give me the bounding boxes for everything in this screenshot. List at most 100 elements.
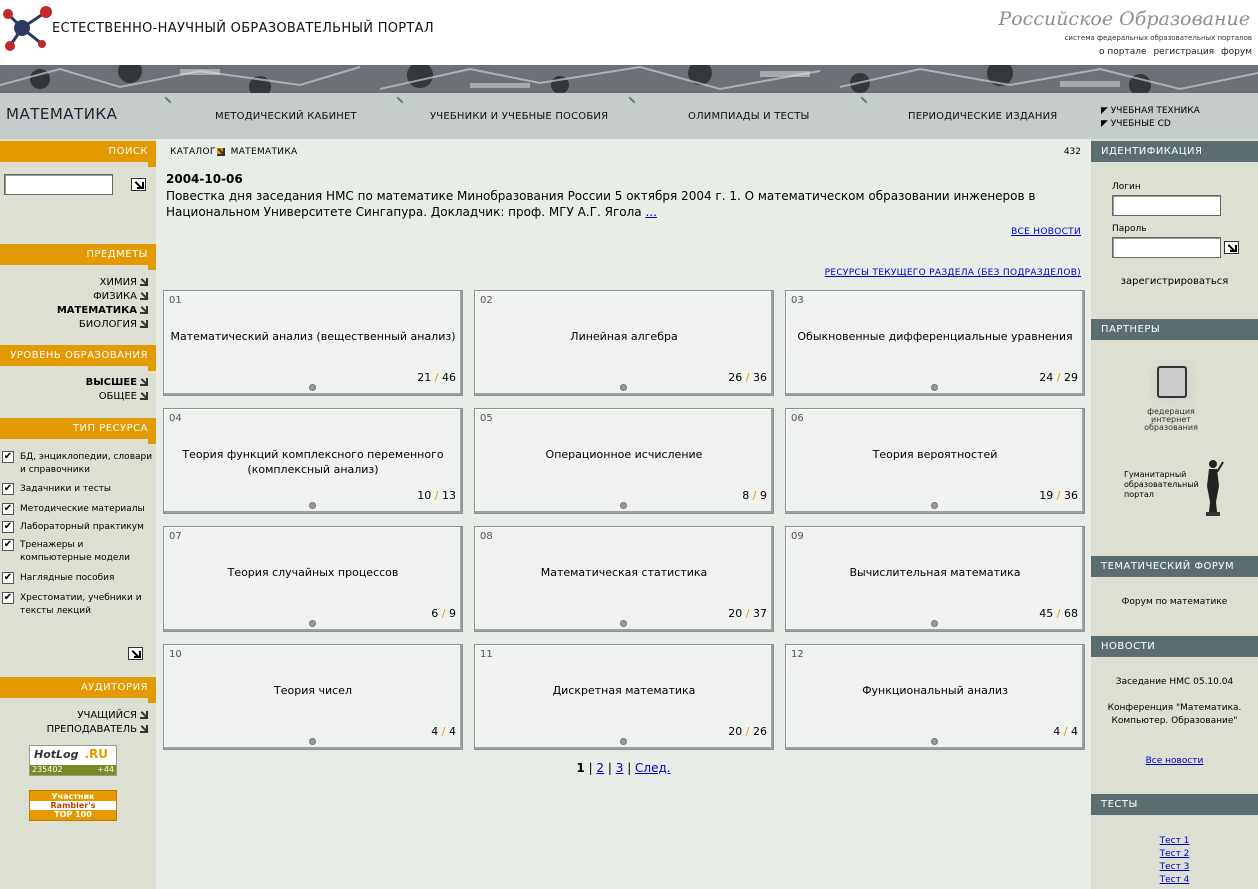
nav-periodicals[interactable]: ПЕРИОДИЧЕСКИЕ ИЗДАНИЯ	[908, 111, 1057, 122]
test-link[interactable]: Тест 2	[1160, 849, 1190, 859]
restype-item[interactable]: ✔ Методические материалы	[0, 503, 156, 516]
search-submit-button[interactable]	[131, 178, 146, 191]
test-link[interactable]: Тест 1	[1160, 836, 1190, 846]
link-label: УЧЕБНАЯ ТЕХНИКА	[1110, 106, 1200, 116]
section-card[interactable]: 01 Математический анализ (вещественный ан…	[163, 290, 463, 396]
fio-logo-icon[interactable]	[1149, 360, 1197, 408]
section-card[interactable]: 02 Линейная алгебра 26 / 36	[474, 290, 774, 396]
restype-item[interactable]: ✔ Тренажеры и компьютерные модели	[0, 539, 156, 565]
section-card[interactable]: 06 Теория вероятностей 19 / 36	[785, 408, 1085, 514]
subject-item-math[interactable]: МАТЕМАТИКА	[0, 304, 148, 318]
forum-link[interactable]: форум	[1221, 47, 1252, 57]
humanitarian-portal-link[interactable]: Гуманитарный образовательный портал	[1124, 470, 1204, 500]
bullet-icon	[931, 620, 938, 627]
section-card[interactable]: 04 Теория функций комплексного переменног…	[163, 408, 463, 514]
news-more-link[interactable]: ...	[645, 205, 656, 219]
level-item-higher[interactable]: ВЫСШЕЕ	[0, 376, 148, 390]
audience-item-student[interactable]: УЧАЩИЙСЯ	[0, 709, 148, 723]
all-news-link-right[interactable]: Все новости	[1091, 756, 1258, 766]
card-count-b: 36	[753, 371, 767, 384]
password-input[interactable]	[1112, 237, 1221, 258]
restype-item[interactable]: ✔ Наглядные пособия	[0, 572, 156, 585]
breadcrumb-catalog[interactable]: КАТАЛОГ	[170, 147, 216, 157]
restype-label: Лабораторный практикум	[20, 522, 144, 532]
restype-item[interactable]: ✔ БД, энциклопедии, словари и справочники	[0, 451, 156, 477]
rambler-top100-badge[interactable]: Участник Rambler's TOP 100	[29, 790, 117, 821]
card-title[interactable]: Математическая статистика	[481, 565, 767, 580]
subject-item-chemistry[interactable]: ХИМИЯ	[0, 276, 148, 290]
test-link[interactable]: Тест 4	[1160, 875, 1190, 885]
register-link[interactable]: зарегистрироваться	[1091, 276, 1258, 287]
login-input[interactable]	[1112, 195, 1221, 216]
card-title[interactable]: Обыкновенные дифференциальные уравнения	[792, 329, 1078, 344]
edu-cd-link[interactable]: ◤ УЧЕБНЫЕ CD	[1101, 118, 1258, 131]
section-card[interactable]: 05 Операционное исчисление 8 / 9	[474, 408, 774, 514]
section-card[interactable]: 08 Математическая статистика 20 / 37	[474, 526, 774, 632]
nav-methodical-cabinet[interactable]: МЕТОДИЧЕСКИЙ КАБИНЕТ	[215, 111, 357, 122]
checkbox-checked-icon[interactable]: ✔	[2, 503, 14, 515]
checkbox-checked-icon[interactable]: ✔	[2, 572, 14, 584]
card-title[interactable]: Операционное исчисление	[481, 447, 767, 462]
checkbox-checked-icon[interactable]: ✔	[2, 539, 14, 551]
math-forum-link[interactable]: Форум по математике	[1091, 597, 1258, 607]
card-count-b: 26	[753, 725, 767, 738]
card-title[interactable]: Дискретная математика	[481, 683, 767, 698]
edu-equipment-link[interactable]: ◤ УЧЕБНАЯ ТЕХНИКА	[1101, 105, 1258, 118]
card-title[interactable]: Теория функций комплексного переменного …	[170, 447, 456, 477]
molecule-logo-icon[interactable]	[2, 2, 54, 54]
arrow-icon	[140, 292, 148, 300]
restype-item[interactable]: ✔ Задачники и тесты	[0, 483, 156, 496]
checkbox-checked-icon[interactable]: ✔	[2, 521, 14, 533]
checkbox-checked-icon[interactable]: ✔	[2, 451, 14, 463]
hotlog-counter[interactable]: HotLog .RU 235402 +44	[29, 745, 117, 776]
login-submit-button[interactable]	[1224, 241, 1239, 254]
card-title[interactable]: Функциональный анализ	[792, 683, 1078, 698]
card-title[interactable]: Теория случайных процессов	[170, 565, 456, 580]
card-title[interactable]: Теория чисел	[170, 683, 456, 698]
subject-label: ФИЗИКА	[93, 291, 137, 302]
all-news-link[interactable]: ВСЕ НОВОСТИ	[1011, 227, 1081, 237]
card-title[interactable]: Линейная алгебра	[481, 329, 767, 344]
card-title[interactable]: Вычислительная математика	[792, 565, 1078, 580]
news-item[interactable]: Конференция "Математика. Компьютер. Обра…	[1101, 702, 1248, 728]
restype-item[interactable]: ✔ Хрестоматии, учебники и тексты лекций	[0, 592, 156, 618]
next-page-link[interactable]: След.	[635, 761, 671, 775]
section-card[interactable]: 03 Обыкновенные дифференциальные уравнени…	[785, 290, 1085, 396]
page-link[interactable]: 3	[616, 761, 624, 775]
filter-submit-button[interactable]	[128, 647, 143, 660]
subject-item-physics[interactable]: ФИЗИКА	[0, 290, 148, 304]
restype-label: Задачники и тесты	[20, 484, 112, 494]
card-number: 07	[169, 531, 182, 542]
search-input[interactable]	[4, 174, 113, 195]
card-count: 19 / 36	[1039, 489, 1078, 502]
partners-panel: федерация интернет образования Гуманитар…	[1091, 340, 1258, 556]
restype-item[interactable]: ✔ Лабораторный практикум	[0, 521, 156, 534]
section-card[interactable]: 12 Функциональный анализ 4 / 4	[785, 644, 1085, 750]
page-link[interactable]: 2	[596, 761, 604, 775]
card-count: 21 / 46	[417, 371, 456, 384]
restype-header: ТИП РЕСУРСА	[0, 418, 156, 444]
subject-item-biology[interactable]: БИОЛОГИЯ	[0, 318, 148, 332]
nav-olympiads-tests[interactable]: ОЛИМПИАДЫ И ТЕСТЫ	[688, 111, 810, 122]
register-link[interactable]: регистрация	[1153, 47, 1214, 57]
checkbox-checked-icon[interactable]: ✔	[2, 483, 14, 495]
level-item-general[interactable]: ОБЩЕЕ	[0, 390, 148, 404]
nav-textbooks[interactable]: УЧЕБНИКИ И УЧЕБНЫЕ ПОСОБИЯ	[430, 111, 608, 122]
section-card[interactable]: 11 Дискретная математика 20 / 26	[474, 644, 774, 750]
about-link[interactable]: о портале	[1099, 47, 1147, 57]
current-section-resources-link[interactable]: РЕСУРСЫ ТЕКУЩЕГО РАЗДЕЛА (БЕЗ ПОДРАЗДЕЛО…	[825, 268, 1081, 278]
arrow-icon	[140, 711, 148, 719]
section-card[interactable]: 09 Вычислительная математика 45 / 68	[785, 526, 1085, 632]
russian-education-logo[interactable]: Российское Образование	[998, 8, 1250, 30]
news-item[interactable]: Заседание НМС 05.10.04	[1101, 677, 1248, 687]
resource-count: 432	[1063, 147, 1081, 157]
audience-item-teacher[interactable]: ПРЕПОДАВАТЕЛЬ	[0, 723, 148, 737]
card-title[interactable]: Математический анализ (вещественный анал…	[170, 329, 456, 344]
section-card[interactable]: 07 Теория случайных процессов 6 / 9	[163, 526, 463, 632]
test-link[interactable]: Тест 3	[1160, 862, 1190, 872]
card-title[interactable]: Теория вероятностей	[792, 447, 1078, 462]
count-separator: /	[745, 725, 750, 738]
section-card[interactable]: 10 Теория чисел 4 / 4	[163, 644, 463, 750]
fio-logo-text[interactable]: федерация интернет образования	[1131, 408, 1211, 432]
checkbox-checked-icon[interactable]: ✔	[2, 592, 14, 604]
